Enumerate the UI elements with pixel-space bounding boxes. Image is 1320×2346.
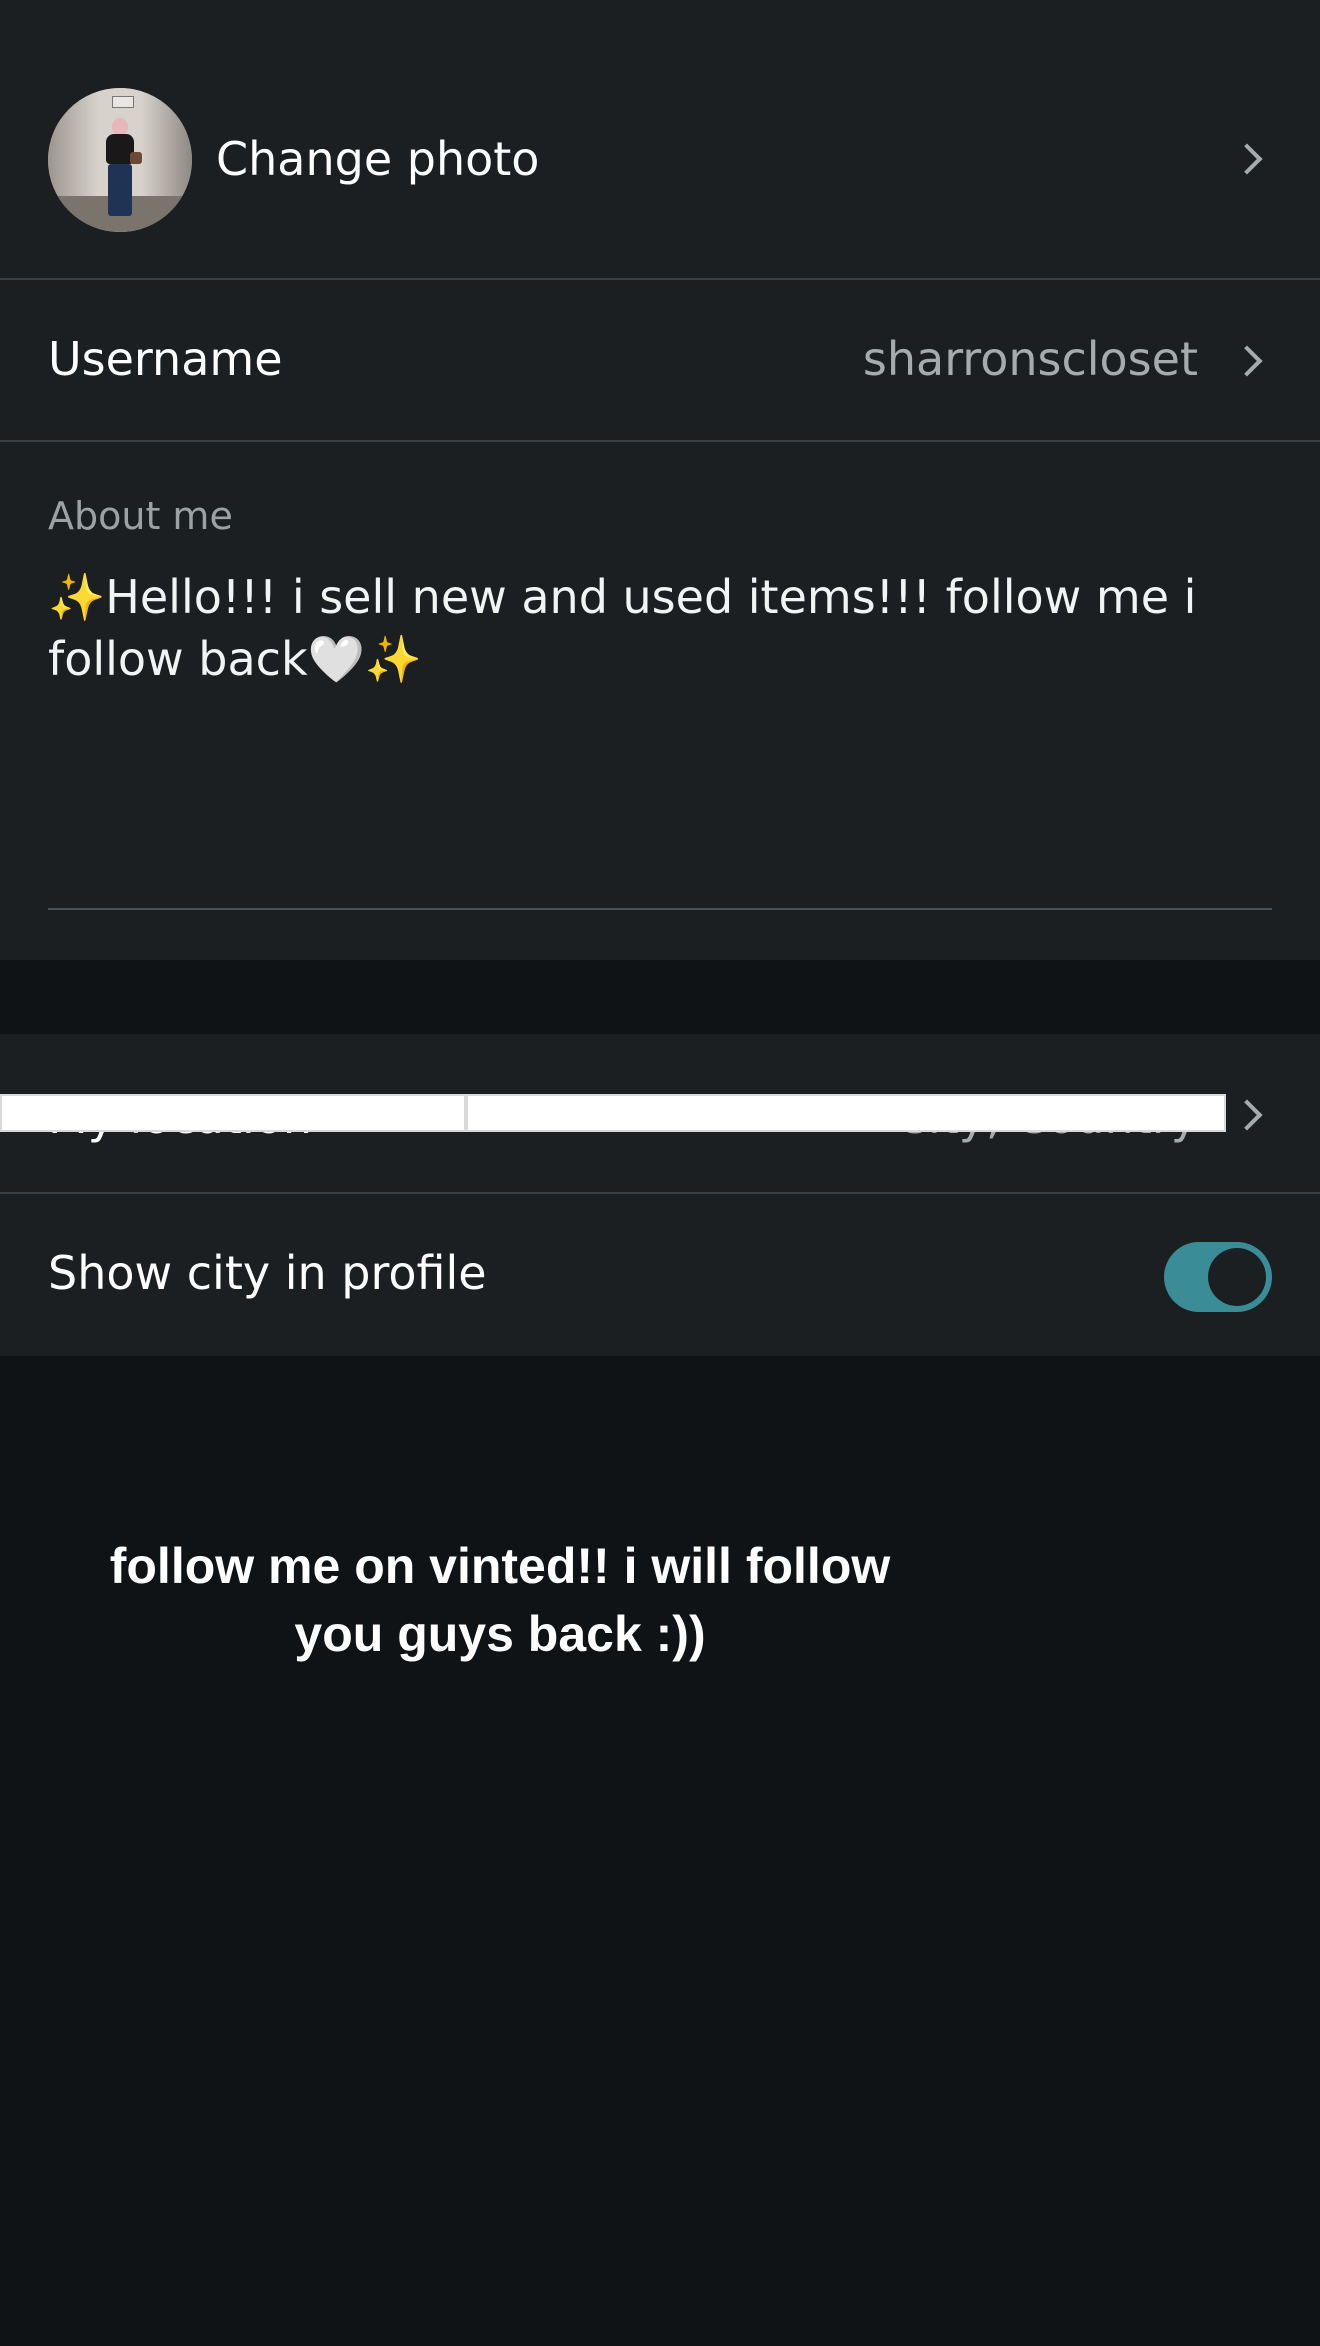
change-photo-label: Change photo (216, 132, 540, 186)
about-me-section: About me ✨Hello!!! i sell new and used i… (0, 442, 1320, 960)
show-city-toggle[interactable] (1164, 1242, 1272, 1312)
about-me-textarea[interactable]: ✨Hello!!! i sell new and used items!!! f… (48, 566, 1278, 690)
username-label: Username (48, 332, 283, 386)
toggle-knob (1208, 1248, 1266, 1306)
avatar[interactable] (48, 88, 192, 232)
redaction-bar (0, 1094, 466, 1132)
redaction-bar (466, 1094, 1226, 1132)
chevron-right-icon (1231, 345, 1263, 377)
show-city-row: Show city in profile (0, 1194, 1320, 1356)
avatar-person-bag (130, 152, 142, 164)
location-row[interactable]: My location City, Country (0, 1034, 1320, 1192)
about-me-underline (48, 908, 1272, 910)
show-city-label: Show city in profile (48, 1246, 487, 1300)
username-value: sharronscloset (862, 332, 1198, 386)
chevron-right-icon (1231, 1099, 1263, 1131)
about-me-heading: About me (48, 494, 233, 538)
change-photo-row[interactable]: Change photo (0, 0, 1320, 278)
overlay-caption: follow me on vinted!! i will follow you … (109, 1538, 891, 1662)
avatar-person-legs (108, 164, 132, 216)
chevron-right-icon (1231, 143, 1263, 175)
avatar-frame (112, 96, 134, 108)
username-row[interactable]: Username sharronscloset (0, 280, 1320, 440)
